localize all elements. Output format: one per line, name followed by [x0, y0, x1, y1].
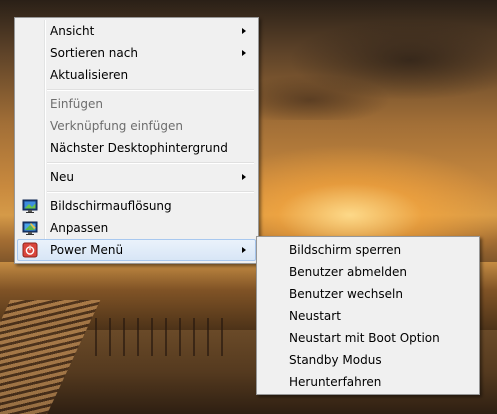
menu-item-label: Power Menü [50, 243, 124, 257]
menu-item-sign-out[interactable]: Benutzer abmelden [259, 261, 477, 283]
menu-item-sort-by[interactable]: Sortieren nach [17, 42, 256, 64]
menu-item-label: Neustart mit Boot Option [289, 331, 440, 345]
menu-item-label: Ansicht [50, 24, 95, 38]
submenu-arrow-icon [242, 174, 246, 180]
menu-item-label: Neu [50, 170, 74, 184]
menu-item-paste: Einfügen [17, 93, 256, 115]
menu-separator [17, 86, 256, 93]
submenu-arrow-icon [242, 247, 246, 253]
power-icon [22, 242, 38, 258]
menu-item-lock-screen[interactable]: Bildschirm sperren [259, 239, 477, 261]
menu-item-next-background[interactable]: Nächster Desktophintergrund [17, 137, 256, 159]
wallpaper-clouds [250, 0, 497, 120]
personalize-icon [22, 220, 38, 236]
monitor-icon [22, 198, 38, 214]
menu-separator [17, 188, 256, 195]
menu-item-screen-resolution[interactable]: Bildschirmauflösung [17, 195, 256, 217]
menu-item-label: Nächster Desktophintergrund [50, 141, 228, 155]
menu-item-switch-user[interactable]: Benutzer wechseln [259, 283, 477, 305]
menu-item-refresh[interactable]: Aktualisieren [17, 64, 256, 86]
submenu-arrow-icon [242, 50, 246, 56]
menu-item-standby[interactable]: Standby Modus [259, 349, 477, 371]
menu-item-view[interactable]: Ansicht [17, 20, 256, 42]
menu-item-restart-boot-options[interactable]: Neustart mit Boot Option [259, 327, 477, 349]
menu-item-label: Anpassen [50, 221, 109, 235]
menu-item-label: Benutzer wechseln [289, 287, 403, 301]
menu-item-label: Einfügen [50, 97, 103, 111]
menu-item-label: Aktualisieren [50, 68, 129, 82]
desktop-context-menu: Ansicht Sortieren nach Aktualisieren Ein… [14, 17, 259, 264]
submenu-arrow-icon [242, 28, 246, 34]
power-submenu: Bildschirm sperren Benutzer abmelden Ben… [256, 236, 480, 395]
menu-item-personalize[interactable]: Anpassen [17, 217, 256, 239]
menu-item-paste-shortcut: Verknüpfung einfügen [17, 115, 256, 137]
menu-item-new[interactable]: Neu [17, 166, 256, 188]
menu-item-label: Herunterfahren [289, 375, 382, 389]
menu-item-label: Bildschirmauflösung [50, 199, 172, 213]
menu-item-label: Neustart [289, 309, 341, 323]
menu-item-power-menu[interactable]: Power Menü [17, 239, 256, 261]
menu-separator [17, 159, 256, 166]
menu-item-restart[interactable]: Neustart [259, 305, 477, 327]
menu-item-label: Standby Modus [289, 353, 382, 367]
menu-item-label: Benutzer abmelden [289, 265, 407, 279]
menu-item-label: Sortieren nach [50, 46, 138, 60]
menu-item-shutdown[interactable]: Herunterfahren [259, 371, 477, 393]
wallpaper-fence [95, 318, 235, 356]
menu-item-label: Verknüpfung einfügen [50, 119, 183, 133]
menu-item-label: Bildschirm sperren [289, 243, 402, 257]
